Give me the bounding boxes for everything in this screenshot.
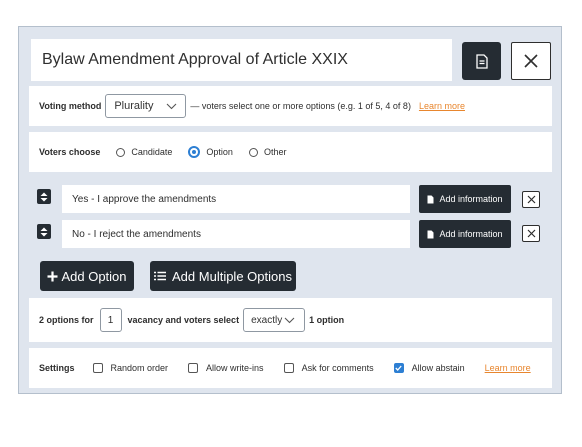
selection-mode-select[interactable]: exactly [243, 308, 306, 332]
checkbox-unchecked-icon [188, 363, 199, 373]
option-count-suffix: 1 option [309, 315, 345, 325]
option-1-remove-button[interactable] [522, 191, 540, 208]
close-icon [524, 54, 538, 68]
allow-write-ins-checkbox[interactable]: Allow write-ins [188, 363, 264, 373]
radio-candidate-label: Candidate [131, 147, 173, 157]
radio-unselected-icon [116, 147, 126, 157]
ask-for-comments-label: Ask for comments [301, 363, 374, 373]
voting-method-value: Plurality [114, 100, 154, 112]
document-icon [427, 230, 434, 238]
radio-other-label: Other [263, 147, 287, 157]
option-2-remove-button[interactable] [522, 225, 540, 242]
voters-choose-label: Voters choose [39, 147, 101, 157]
close-icon [527, 229, 535, 238]
option-1-add-information-label: Add information [439, 194, 503, 204]
ballot-editor-panel: Bylaw Amendment Approval of Article XXIX… [18, 26, 562, 394]
document-icon [427, 195, 434, 203]
option-1-input[interactable]: Yes - I approve the amendments [62, 185, 410, 213]
ballot-title-field[interactable]: Bylaw Amendment Approval of Article XXIX [31, 39, 452, 81]
settings-label: Settings [39, 363, 75, 373]
radio-candidate[interactable]: Candidate [116, 147, 172, 157]
voting-method-description: — voters select one or more options (e.g… [190, 101, 411, 111]
option-2-add-information-button[interactable]: Add information [419, 220, 511, 248]
selection-mode-value: exactly [251, 314, 283, 326]
add-option-button[interactable]: Add Option [40, 261, 134, 291]
option-2-text: No - I reject the amendments [72, 228, 201, 240]
close-icon [527, 195, 535, 204]
checkbox-unchecked-icon [283, 363, 294, 373]
plus-icon [47, 271, 58, 281]
vacancy-count-input[interactable]: 1 [99, 308, 122, 332]
chevron-down-icon [166, 103, 177, 109]
voting-method-label: Voting method [39, 101, 102, 111]
settings-row: Settings Random order Allow write-ins As… [29, 348, 552, 388]
options-count-text: 2 options for [39, 315, 94, 325]
voting-learn-more-link[interactable]: Learn more [419, 101, 465, 111]
radio-other[interactable]: Other [248, 147, 287, 157]
random-order-label: Random order [110, 363, 169, 373]
radio-selected-icon [188, 146, 201, 158]
vacancy-text: vacancy and voters select [127, 315, 240, 325]
voters-choose-row: Voters choose Candidate Option Other [29, 132, 552, 172]
radio-option[interactable]: Option [188, 146, 233, 158]
list-icon [154, 271, 167, 281]
add-multiple-options-button[interactable]: Add Multiple Options [150, 261, 296, 291]
document-icon [475, 53, 488, 69]
radio-option-label: Option [206, 147, 233, 157]
ballot-title: Bylaw Amendment Approval of Article XXIX [42, 51, 348, 68]
ask-for-comments-checkbox[interactable]: Ask for comments [283, 363, 374, 373]
checkmark-icon [395, 365, 402, 371]
option-1-sort-handle[interactable] [37, 189, 51, 204]
document-button[interactable] [462, 42, 501, 80]
chevron-down-icon [284, 317, 295, 323]
checkbox-unchecked-icon [92, 363, 103, 373]
add-option-label: Add Option [61, 268, 127, 284]
option-1-text: Yes - I approve the amendments [72, 193, 217, 205]
selection-count-row: 2 options for 1 vacancy and voters selec… [29, 298, 552, 342]
voting-method-row: Voting method Plurality — voters select … [29, 86, 552, 126]
random-order-checkbox[interactable]: Random order [92, 363, 169, 373]
option-2-sort-handle[interactable] [37, 224, 51, 239]
sort-arrows-icon [40, 227, 48, 236]
sort-arrows-icon [40, 192, 48, 201]
allow-abstain-label: Allow abstain [411, 363, 465, 373]
add-multiple-options-label: Add Multiple Options [172, 268, 292, 284]
allow-write-ins-label: Allow write-ins [206, 363, 264, 373]
checkbox-checked-icon [393, 363, 404, 373]
option-2-input[interactable]: No - I reject the amendments [62, 220, 410, 248]
option-2-add-information-label: Add information [439, 229, 503, 239]
close-button[interactable] [511, 42, 551, 80]
settings-learn-more-link[interactable]: Learn more [485, 363, 531, 373]
radio-unselected-icon [248, 147, 258, 157]
voting-method-select[interactable]: Plurality [105, 94, 187, 118]
option-1-add-information-button[interactable]: Add information [419, 185, 511, 213]
allow-abstain-checkbox[interactable]: Allow abstain [393, 363, 465, 373]
